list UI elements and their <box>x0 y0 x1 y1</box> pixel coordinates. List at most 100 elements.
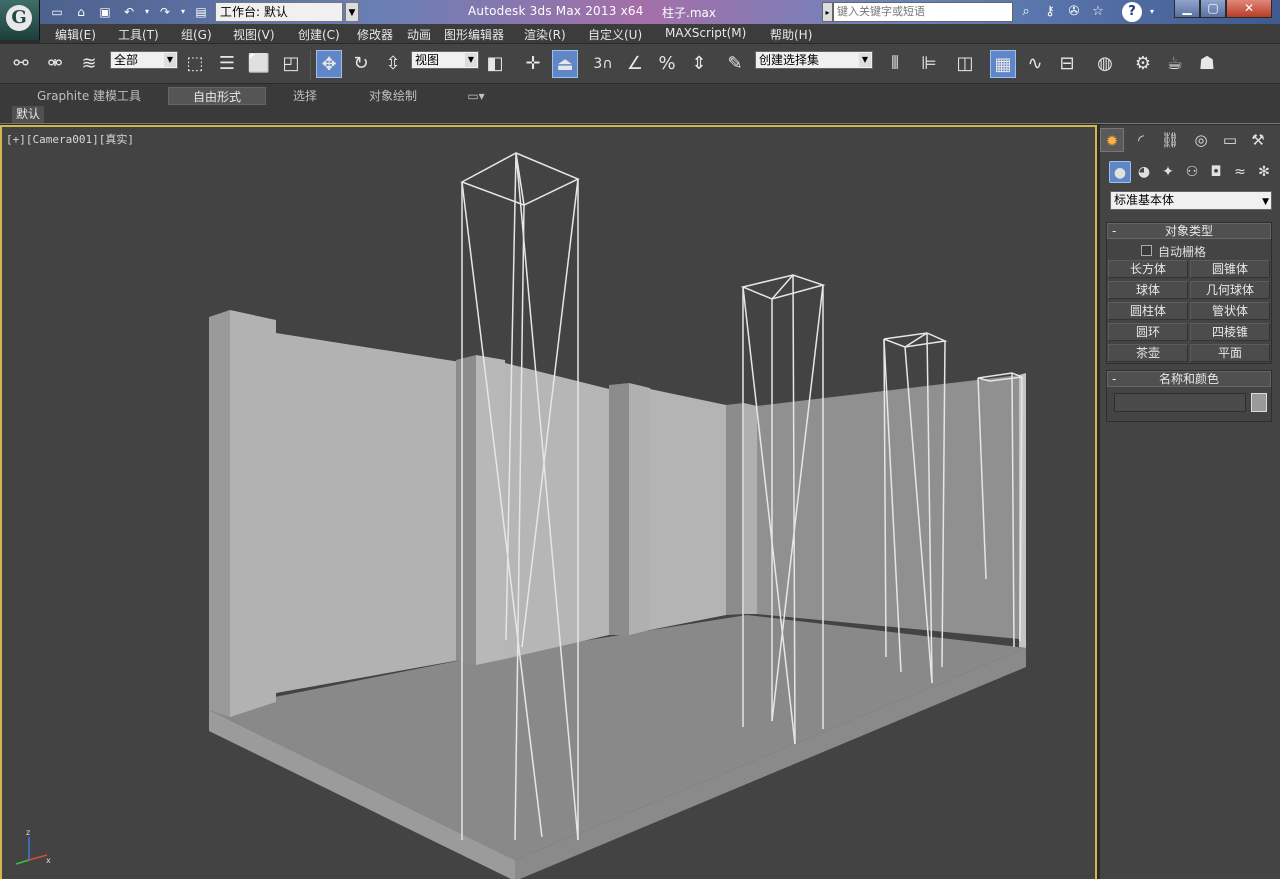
space-warps-category-icon[interactable]: ≈ <box>1229 161 1251 183</box>
save-file-icon[interactable]: ▣ <box>96 3 114 21</box>
curve-editor-icon[interactable]: ∿ <box>1022 50 1048 78</box>
rectangular-selection-icon[interactable]: ⬜ <box>246 50 272 78</box>
camera-viewport[interactable]: z x [+][Camera001][真实] <box>0 125 1097 879</box>
tab-graphite-modeling[interactable]: Graphite 建模工具 <box>34 87 144 105</box>
help-button[interactable]: ? <box>1122 2 1142 22</box>
ribbon-default-label[interactable]: 默认 <box>12 106 45 123</box>
box-button[interactable]: 长方体 <box>1108 260 1188 278</box>
tab-freeform[interactable]: 自由形式 <box>168 87 266 105</box>
mirror-icon[interactable]: ⫴ <box>882 50 908 78</box>
schematic-view-icon[interactable]: ⊟ <box>1054 50 1080 78</box>
close-button[interactable]: ✕ <box>1226 0 1272 18</box>
shapes-category-icon[interactable]: ◕ <box>1133 161 1155 183</box>
render-production-icon[interactable]: ☗ <box>1194 50 1220 78</box>
create-tab-icon[interactable]: ✹ <box>1100 128 1124 152</box>
rendered-frame-window-icon[interactable]: ☕ <box>1162 50 1188 78</box>
cameras-category-icon[interactable]: ⚇ <box>1181 161 1203 183</box>
viewport-label[interactable]: [+][Camera001][真实] <box>6 131 134 147</box>
menu-help[interactable]: 帮助(H) <box>770 26 812 43</box>
object-type-rollout-header[interactable]: - 对象类型 <box>1107 223 1271 239</box>
menu-rendering[interactable]: 渲染(R) <box>524 26 566 43</box>
snaps-toggle-icon[interactable]: 3∩ <box>590 50 616 78</box>
menu-group[interactable]: 组(G) <box>181 26 212 43</box>
favorites-star-icon[interactable]: ☆ <box>1088 3 1108 21</box>
select-manipulate-icon[interactable]: ✛ <box>520 50 546 78</box>
subscription-key-icon[interactable]: ⚷ <box>1040 3 1060 21</box>
redo-icon[interactable]: ↷ <box>156 3 174 21</box>
tube-button[interactable]: 管状体 <box>1190 302 1270 320</box>
autogrid-checkbox-box[interactable] <box>1141 245 1152 256</box>
tab-object-paint[interactable]: 对象绘制 <box>362 87 424 105</box>
display-tab-icon[interactable]: ▭ <box>1218 128 1242 152</box>
ribbon-options-icon[interactable]: ▭▾ <box>462 87 490 105</box>
communication-center-icon[interactable]: ✇ <box>1064 3 1084 21</box>
percent-snap-icon[interactable]: % <box>654 50 680 78</box>
unlink-selection-icon[interactable]: ⚮ <box>42 50 68 78</box>
menu-graph-editors[interactable]: 图形编辑器 <box>444 26 504 43</box>
name-color-rollout-header[interactable]: - 名称和颜色 <box>1107 371 1271 387</box>
search-input[interactable]: 键入关键字或短语 <box>833 2 1013 22</box>
help-dropdown-icon[interactable]: ▾ <box>1142 3 1162 21</box>
torus-button[interactable]: 圆环 <box>1108 323 1188 341</box>
undo-dropdown-icon[interactable]: ▾ <box>138 3 156 21</box>
object-name-input[interactable] <box>1114 393 1246 412</box>
search-expand-icon[interactable]: ▸ <box>822 2 833 22</box>
plane-button[interactable]: 平面 <box>1190 344 1270 362</box>
pyramid-button[interactable]: 四棱锥 <box>1190 323 1270 341</box>
object-type-dropdown[interactable]: 标准基本体 ▼ <box>1110 191 1272 210</box>
new-file-icon[interactable]: ▭ <box>48 3 66 21</box>
select-object-icon[interactable]: ⬚ <box>182 50 208 78</box>
select-by-name-icon[interactable]: ☰ <box>214 50 240 78</box>
maximize-button[interactable]: ▢ <box>1200 0 1226 18</box>
render-setup-icon[interactable]: ⚙ <box>1130 50 1156 78</box>
select-and-rotate-icon[interactable]: ↻ <box>348 50 374 78</box>
named-selection-dropdown[interactable]: 创建选择集 ▼ <box>755 51 873 69</box>
hierarchy-tab-icon[interactable]: ⛓ <box>1158 128 1182 152</box>
motion-tab-icon[interactable]: ◎ <box>1189 128 1213 152</box>
angle-snap-icon[interactable]: ∠ <box>622 50 648 78</box>
menu-maxscript[interactable]: MAXScript(M) <box>665 26 746 40</box>
keyboard-shortcut-override-icon[interactable]: ⏏ <box>552 50 578 78</box>
cone-button[interactable]: 圆锥体 <box>1190 260 1270 278</box>
spinner-snap-icon[interactable]: ⇕ <box>686 50 712 78</box>
teapot-button[interactable]: 茶壶 <box>1108 344 1188 362</box>
workspace-selector[interactable]: 工作台: 默认 <box>215 2 343 22</box>
window-crossing-icon[interactable]: ◰ <box>278 50 304 78</box>
graphite-ribbon-toggle-icon[interactable]: ▦ <box>990 50 1016 78</box>
utilities-tab-icon[interactable]: ⚒ <box>1246 128 1270 152</box>
project-folder-icon[interactable]: ▤ <box>192 3 210 21</box>
chevron-down-icon[interactable]: ▼ <box>345 2 359 22</box>
pivot-center-icon[interactable]: ◧ <box>482 50 508 78</box>
bind-space-warp-icon[interactable]: ≋ <box>76 50 102 78</box>
material-editor-icon[interactable]: ◍ <box>1092 50 1118 78</box>
sphere-button[interactable]: 球体 <box>1108 281 1188 299</box>
menu-view[interactable]: 视图(V) <box>233 26 275 43</box>
modify-tab-icon[interactable]: ◜ <box>1129 128 1153 152</box>
selection-filter-dropdown[interactable]: 全部 ▼ <box>110 51 178 69</box>
open-file-icon[interactable]: ⌂ <box>72 3 90 21</box>
helpers-category-icon[interactable]: ◘ <box>1205 161 1227 183</box>
menu-animation[interactable]: 动画 <box>407 26 431 43</box>
menu-edit[interactable]: 编辑(E) <box>55 26 96 43</box>
app-logo[interactable]: G <box>0 0 40 40</box>
object-color-swatch[interactable] <box>1251 393 1267 412</box>
select-and-link-icon[interactable]: ⚯ <box>8 50 34 78</box>
lights-category-icon[interactable]: ✦ <box>1157 161 1179 183</box>
menu-customize[interactable]: 自定义(U) <box>588 26 642 43</box>
minimize-button[interactable]: ▁ <box>1174 0 1200 18</box>
cylinder-button[interactable]: 圆柱体 <box>1108 302 1188 320</box>
binoculars-icon[interactable]: ⌕ <box>1016 3 1036 21</box>
layer-manager-icon[interactable]: ◫ <box>952 50 978 78</box>
systems-category-icon[interactable]: ✻ <box>1253 161 1275 183</box>
menu-create[interactable]: 创建(C) <box>298 26 340 43</box>
select-and-scale-icon[interactable]: ⇳ <box>380 50 406 78</box>
autogrid-checkbox[interactable]: 自动栅格 <box>1141 243 1206 260</box>
tab-selection[interactable]: 选择 <box>284 87 326 105</box>
align-icon[interactable]: ⊫ <box>916 50 942 78</box>
geometry-category-icon[interactable]: ● <box>1109 161 1131 183</box>
menu-tools[interactable]: 工具(T) <box>118 26 159 43</box>
reference-coordinate-dropdown[interactable]: 视图 ▼ <box>411 51 479 69</box>
menu-modifiers[interactable]: 修改器 <box>357 26 393 43</box>
undo-icon[interactable]: ↶ <box>120 3 138 21</box>
select-and-move-icon[interactable]: ✥ <box>316 50 342 78</box>
